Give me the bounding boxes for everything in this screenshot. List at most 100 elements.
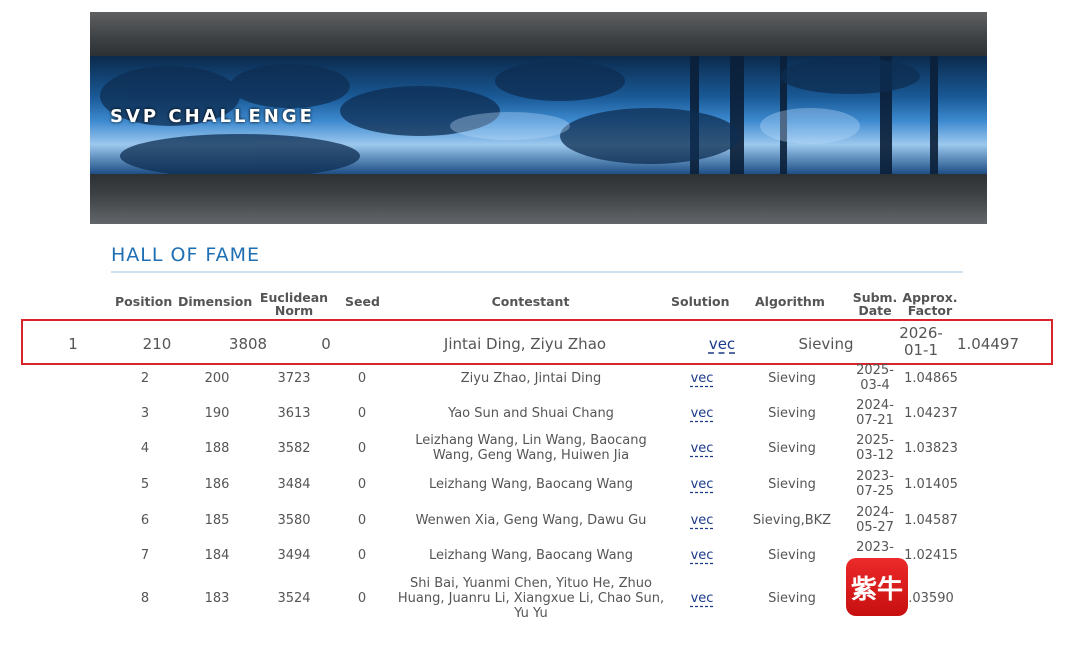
hl-norm: 3808	[228, 335, 268, 353]
contestant-line: Ziyu Zhao, Jintai Ding	[460, 370, 602, 386]
date-line: 05-27	[856, 520, 894, 535]
row-algorithm: Sieving,BKZ	[752, 512, 832, 528]
col-header-contestant: Contestant	[491, 294, 570, 309]
date-line: 2025-	[856, 433, 894, 448]
section-divider	[111, 271, 963, 273]
row-dimension: 188	[204, 440, 230, 456]
col-header-dimension: Dimension	[178, 294, 253, 309]
row-factor: 1.04587	[904, 512, 958, 528]
row-factor: 1.02415	[904, 547, 958, 563]
row-seed: 0	[357, 405, 367, 421]
row-position: 2	[140, 370, 150, 386]
date-line: 2024-	[856, 505, 894, 520]
col-header-algorithm: Algorithm	[755, 294, 825, 309]
col-header-solution: Solution	[671, 294, 730, 309]
row-dimension: 186	[204, 476, 230, 492]
row-norm: 3524	[277, 590, 311, 606]
contestant-line: Wenwen Xia, Geng Wang, Dawu Gu	[415, 512, 647, 528]
row-date: 2024- 05-27	[848, 505, 902, 535]
hl-date-line1: 2026-	[899, 324, 943, 342]
col-header-factor: Approx. Factor	[902, 290, 958, 318]
row-seed: 0	[357, 476, 367, 492]
row-seed: 0	[357, 547, 367, 563]
contestant-line: Shi Bai, Yuanmi Chen, Yituo He, Zhuo	[409, 575, 652, 591]
row-factor: .03590	[908, 590, 954, 606]
row-seed: 0	[357, 590, 367, 606]
row-position: 6	[140, 512, 150, 528]
row-position: 4	[140, 440, 150, 456]
hl-vec-link[interactable]: vec	[706, 336, 738, 353]
hl-dimension: 210	[142, 335, 172, 353]
contestant-line: Huang, Juanru Li, Xiangxue Li, Chao Sun,	[397, 590, 665, 606]
date-line: 03-4	[860, 378, 890, 393]
date-line: 2023-	[856, 540, 894, 555]
hl-algorithm: Sieving	[798, 335, 854, 353]
hl-position: 1	[68, 335, 78, 353]
hl-seed: 0	[321, 335, 331, 353]
vec-link[interactable]: vec	[688, 406, 716, 421]
contestant-line: Leizhang Wang, Baocang Wang	[428, 547, 634, 563]
row-norm: 3723	[277, 370, 311, 386]
contestant-line: Wang, Geng Wang, Huiwen Jia	[432, 448, 630, 463]
row-date: 2025- 03-4	[848, 363, 902, 393]
hl-date-line2: 01-1	[903, 341, 939, 359]
header-banner: SVP CHALLENGE	[90, 12, 987, 224]
row-contestant: Leizhang Wang, Baocang Wang	[390, 548, 672, 563]
date-line: 2025-	[856, 363, 894, 378]
vec-link[interactable]: vec	[688, 548, 716, 563]
row-position: 5	[140, 476, 150, 492]
row-algorithm: Sieving	[768, 440, 816, 456]
row-algorithm: Sieving	[768, 370, 816, 386]
row-factor: 1.01405	[904, 476, 958, 492]
col-header-date: Subm. Date	[852, 290, 898, 318]
contestant-line: Yu Yu	[514, 605, 548, 621]
row-contestant: Leizhang Wang, Baocang Wang	[390, 477, 672, 492]
row-contestant: Leizhang Wang, Lin Wang, Baocang Wang, Ge…	[390, 433, 672, 463]
vec-link[interactable]: vec	[688, 441, 716, 456]
row-algorithm: Sieving	[768, 405, 816, 421]
row-contestant: Shi Bai, Yuanmi Chen, Yituo He, Zhuo Huan…	[390, 576, 672, 621]
row-norm: 3582	[277, 440, 311, 456]
row-norm: 3494	[277, 547, 311, 563]
vec-link[interactable]: vec	[688, 591, 716, 606]
banner-top-band	[90, 12, 987, 56]
contestant-line: Leizhang Wang, Lin Wang, Baocang	[415, 433, 647, 448]
row-position: 3	[140, 405, 150, 421]
row-norm: 3580	[277, 512, 311, 528]
contestant-line: Yao Sun and Shuai Chang	[448, 405, 614, 421]
row-factor: 1.04865	[904, 370, 958, 386]
date-line: 07-25	[856, 484, 894, 499]
row-date: 2025- 03-12	[848, 433, 902, 463]
hl-factor: 1.04497	[956, 335, 1020, 353]
row-seed: 0	[357, 370, 367, 386]
row-factor: 1.03823	[904, 440, 958, 456]
row-dimension: 200	[204, 370, 230, 386]
hl-contestant: Jintai Ding, Ziyu Zhao	[443, 335, 607, 353]
date-line: 2023-	[856, 469, 894, 484]
row-dimension: 183	[204, 590, 230, 606]
col-header-norm: Euclidean Norm	[259, 290, 329, 318]
vec-link[interactable]: vec	[688, 513, 716, 528]
col-header-position: Position	[115, 294, 173, 309]
row-algorithm: Sieving	[768, 547, 816, 563]
vec-link[interactable]: vec	[688, 371, 716, 386]
row-dimension: 185	[204, 512, 230, 528]
row-position: 8	[140, 590, 150, 606]
watermark-logo: 紫牛	[846, 558, 908, 616]
row-seed: 0	[357, 440, 367, 456]
row-algorithm: Sieving	[768, 476, 816, 492]
vec-link[interactable]: vec	[688, 477, 716, 492]
row-factor: 1.04237	[904, 405, 958, 421]
section-title: HALL OF FAME	[111, 244, 260, 266]
row-algorithm: Sieving	[768, 590, 816, 606]
row-contestant: Wenwen Xia, Geng Wang, Dawu Gu	[390, 513, 672, 528]
row-date: 2024- 07-21	[848, 398, 902, 428]
hl-date: 2026- 01-1	[895, 325, 947, 359]
contestant-line: Leizhang Wang, Baocang Wang	[428, 476, 634, 492]
row-norm: 3484	[277, 476, 311, 492]
date-line: 07-21	[856, 413, 894, 428]
banner-title: SVP CHALLENGE	[110, 106, 315, 127]
date-line: 2024-	[856, 398, 894, 413]
date-line: 03-12	[856, 448, 894, 463]
row-contestant: Ziyu Zhao, Jintai Ding	[390, 371, 672, 386]
